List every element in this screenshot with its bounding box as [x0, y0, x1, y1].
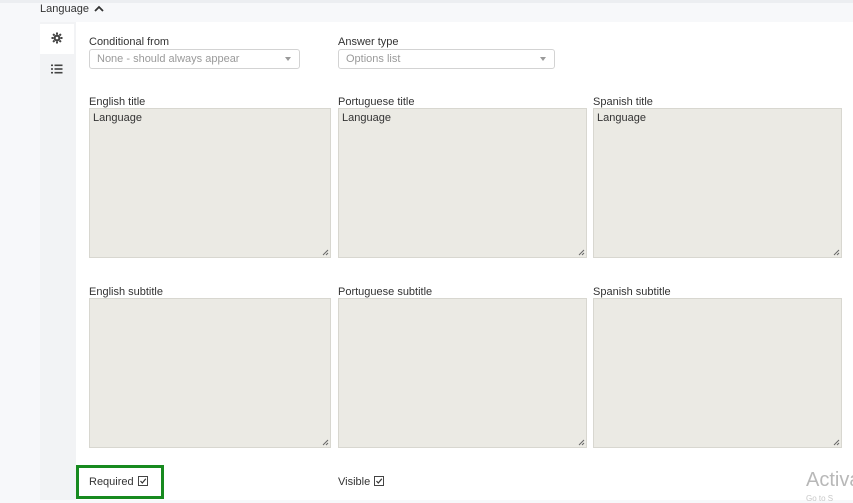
resize-grip-icon[interactable] [832, 248, 840, 256]
portuguese-title-value: Language [342, 112, 391, 124]
spanish-title-textarea[interactable]: Language [593, 108, 842, 258]
tab-options[interactable] [40, 55, 74, 85]
conditional-from-value: None - should always appear [97, 53, 240, 65]
tab-settings[interactable] [40, 24, 74, 54]
side-tab-pane [40, 22, 76, 500]
gear-icon [51, 32, 63, 47]
resize-grip-icon[interactable] [321, 438, 329, 446]
section-header[interactable]: Language [40, 2, 105, 16]
resize-grip-icon[interactable] [577, 248, 585, 256]
checkmark-icon [376, 478, 383, 484]
answer-type-value: Options list [346, 53, 401, 65]
answer-type-label: Answer type [338, 36, 399, 48]
top-divider [0, 0, 853, 3]
spanish-subtitle-textarea[interactable] [593, 298, 842, 448]
english-subtitle-label: English subtitle [89, 286, 163, 298]
visible-field: Visible [338, 476, 385, 488]
required-highlight-box [76, 465, 164, 499]
english-subtitle-textarea[interactable] [89, 298, 331, 448]
conditional-from-label: Conditional from [89, 36, 170, 48]
answer-type-select[interactable]: Options list [338, 49, 555, 69]
english-title-label: English title [89, 96, 146, 108]
list-icon [51, 64, 63, 77]
portuguese-title-label: Portuguese title [338, 96, 415, 108]
resize-grip-icon[interactable] [577, 438, 585, 446]
english-title-value: Language [93, 112, 142, 124]
activation-watermark-subtext: Go to S [806, 494, 834, 503]
visible-checkbox[interactable] [374, 476, 385, 486]
portuguese-title-textarea[interactable]: Language [338, 108, 587, 258]
dropdown-caret-icon [285, 57, 291, 61]
visible-label: Visible [338, 476, 371, 488]
spanish-title-label: Spanish title [593, 96, 653, 108]
resize-grip-icon[interactable] [321, 248, 329, 256]
portuguese-subtitle-label: Portuguese subtitle [338, 286, 433, 298]
chevron-up-icon[interactable] [93, 3, 105, 15]
conditional-from-select[interactable]: None - should always appear [89, 49, 300, 69]
spanish-title-value: Language [597, 112, 646, 124]
spanish-subtitle-label: Spanish subtitle [593, 286, 671, 298]
section-title: Language [40, 3, 89, 15]
dropdown-caret-icon [540, 57, 546, 61]
portuguese-subtitle-textarea[interactable] [338, 298, 587, 448]
resize-grip-icon[interactable] [832, 438, 840, 446]
english-title-textarea[interactable]: Language [89, 108, 331, 258]
activation-watermark: Activa [806, 469, 853, 491]
